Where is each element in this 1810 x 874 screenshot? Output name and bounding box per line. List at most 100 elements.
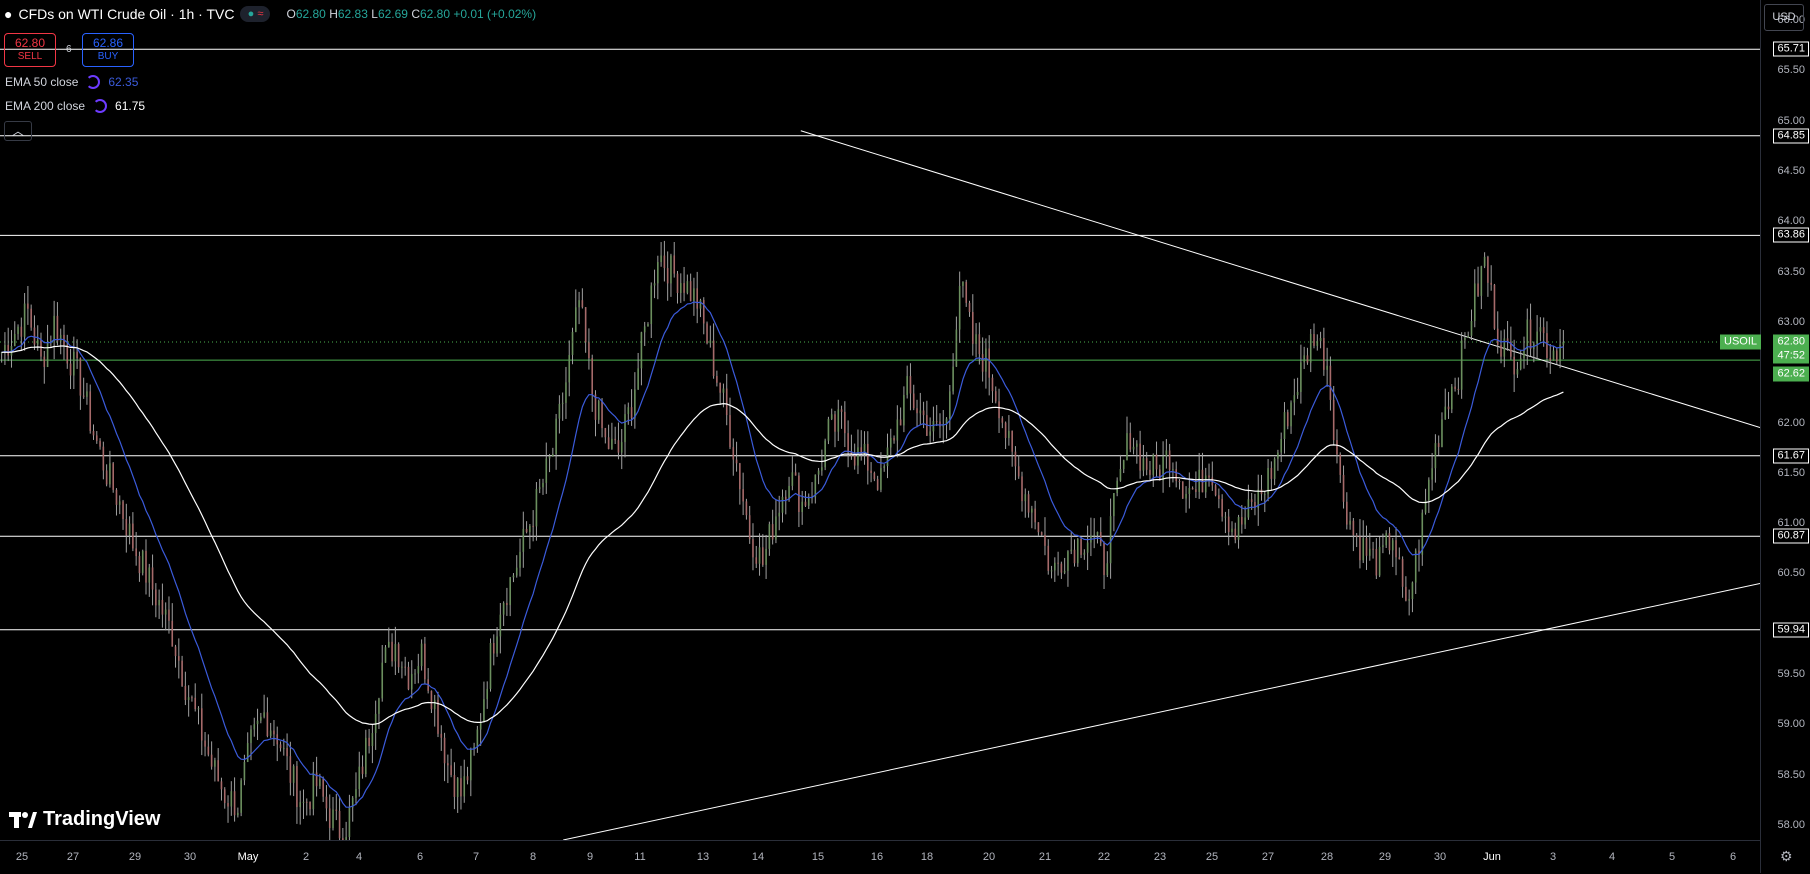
candle-body [1136,443,1138,447]
price-tick: 60.50 [1777,567,1805,580]
candle-body [23,303,26,337]
candle-body [13,333,16,347]
tradingview-logo-icon [9,811,37,828]
candle-body [1526,319,1529,350]
candle-body [1490,282,1492,285]
candle-body [1273,458,1276,479]
candle-body [955,329,958,367]
price-chart[interactable] [0,0,1760,840]
chevron-up-icon[interactable]: ︿ [4,121,32,141]
candle-body [99,440,101,447]
price-badge: 63.86 [1773,227,1809,243]
candle-body [804,501,807,506]
candle-body [187,697,190,700]
time-tick: 29 [128,851,142,863]
candle-body [1103,542,1105,576]
buy-button[interactable]: 62.86 BUY [82,33,134,67]
candle-body [1539,327,1542,332]
candle-body [903,395,905,426]
candle-body [532,525,534,527]
candle-body [1546,333,1548,358]
candle-body [1378,546,1381,576]
candle-body [371,733,374,747]
candle-body [1185,493,1187,499]
candle-body [86,391,88,397]
candle-body [1382,545,1384,547]
candle-body [830,414,833,419]
candle-body [971,311,974,344]
price-axis[interactable]: 66.00 65.50 65.00 64.50 64.00 63.50 63.00 62.00… [1760,0,1810,873]
candle-body [535,488,538,527]
candle-body [1437,443,1440,447]
candle-body [197,708,200,710]
candle-body [929,431,931,436]
candle-body [486,688,489,700]
candle-body [312,772,315,810]
candle-body [1562,342,1565,345]
candle-body [1414,550,1417,583]
candle-body [1464,337,1466,341]
candle-body [1040,532,1043,535]
candle-body [1444,406,1447,420]
candle-body [601,400,603,429]
candle-body [1227,516,1230,533]
candle-body [985,348,987,372]
time-tick: 9 [586,851,594,863]
candle-body [1336,440,1338,455]
candle-body [870,470,872,473]
candle-body [437,699,439,734]
candle-body [59,334,62,342]
candle-body [880,468,882,490]
market-status-icon[interactable]: ● ≈ [240,6,271,22]
time-tick: 29 [1378,851,1392,863]
candle-body [1500,344,1502,357]
candle-body [207,746,210,755]
candle-body [581,300,584,308]
candle-body [768,524,771,549]
candle-body [46,342,49,368]
candle-body [1234,528,1237,540]
candle-body [1536,331,1538,344]
candle-body [256,720,259,725]
candle-body [867,443,869,471]
time-axis[interactable]: 25 27 29 30 May 2 4 6 7 8 9 11 13 14 15 16 18 20 21 22 23 25 2… [0,840,1760,874]
candle-body [1044,534,1046,546]
candle-body [752,539,754,558]
candle-body [1132,446,1135,450]
trendline [563,582,1760,840]
candle-body [1145,458,1148,470]
sell-button[interactable]: 62.80 SELL [4,33,56,67]
candle-body [135,548,137,557]
candle-body [529,525,531,533]
candle-body [778,512,781,517]
indicator-ema50[interactable]: EMA 50 close 62.35 [5,75,138,89]
candle-body [36,339,39,345]
candle-body [407,666,410,690]
candle-body [896,419,899,441]
candle-body [1067,551,1069,571]
candle-body [1126,433,1128,461]
candle-body [319,779,321,787]
candle-body [1362,538,1365,561]
time-tick: 8 [529,851,537,863]
candle-body [1031,508,1033,513]
chart-title[interactable]: CFDs on WTI Crude Oil · 1h · TVC [18,6,234,22]
indicator-ema200[interactable]: EMA 200 close 61.75 [5,99,145,113]
candle-body [43,356,46,368]
candle-body [365,737,367,775]
settings-icon[interactable]: ⚙ [1780,848,1793,865]
candle-body [1224,516,1227,518]
candle-body [476,729,479,747]
time-tick: 25 [15,851,29,863]
candle-body [1280,438,1283,453]
candle-body [82,395,85,397]
currency-selector[interactable]: USD [1764,4,1804,31]
candle-body [1162,456,1164,481]
candle-body [1001,418,1004,423]
candle-body [958,285,961,330]
candle-body [739,463,741,490]
candle-body [332,809,334,829]
candle-body [1401,559,1404,587]
candle-body [292,766,295,783]
candle-body [489,642,492,689]
